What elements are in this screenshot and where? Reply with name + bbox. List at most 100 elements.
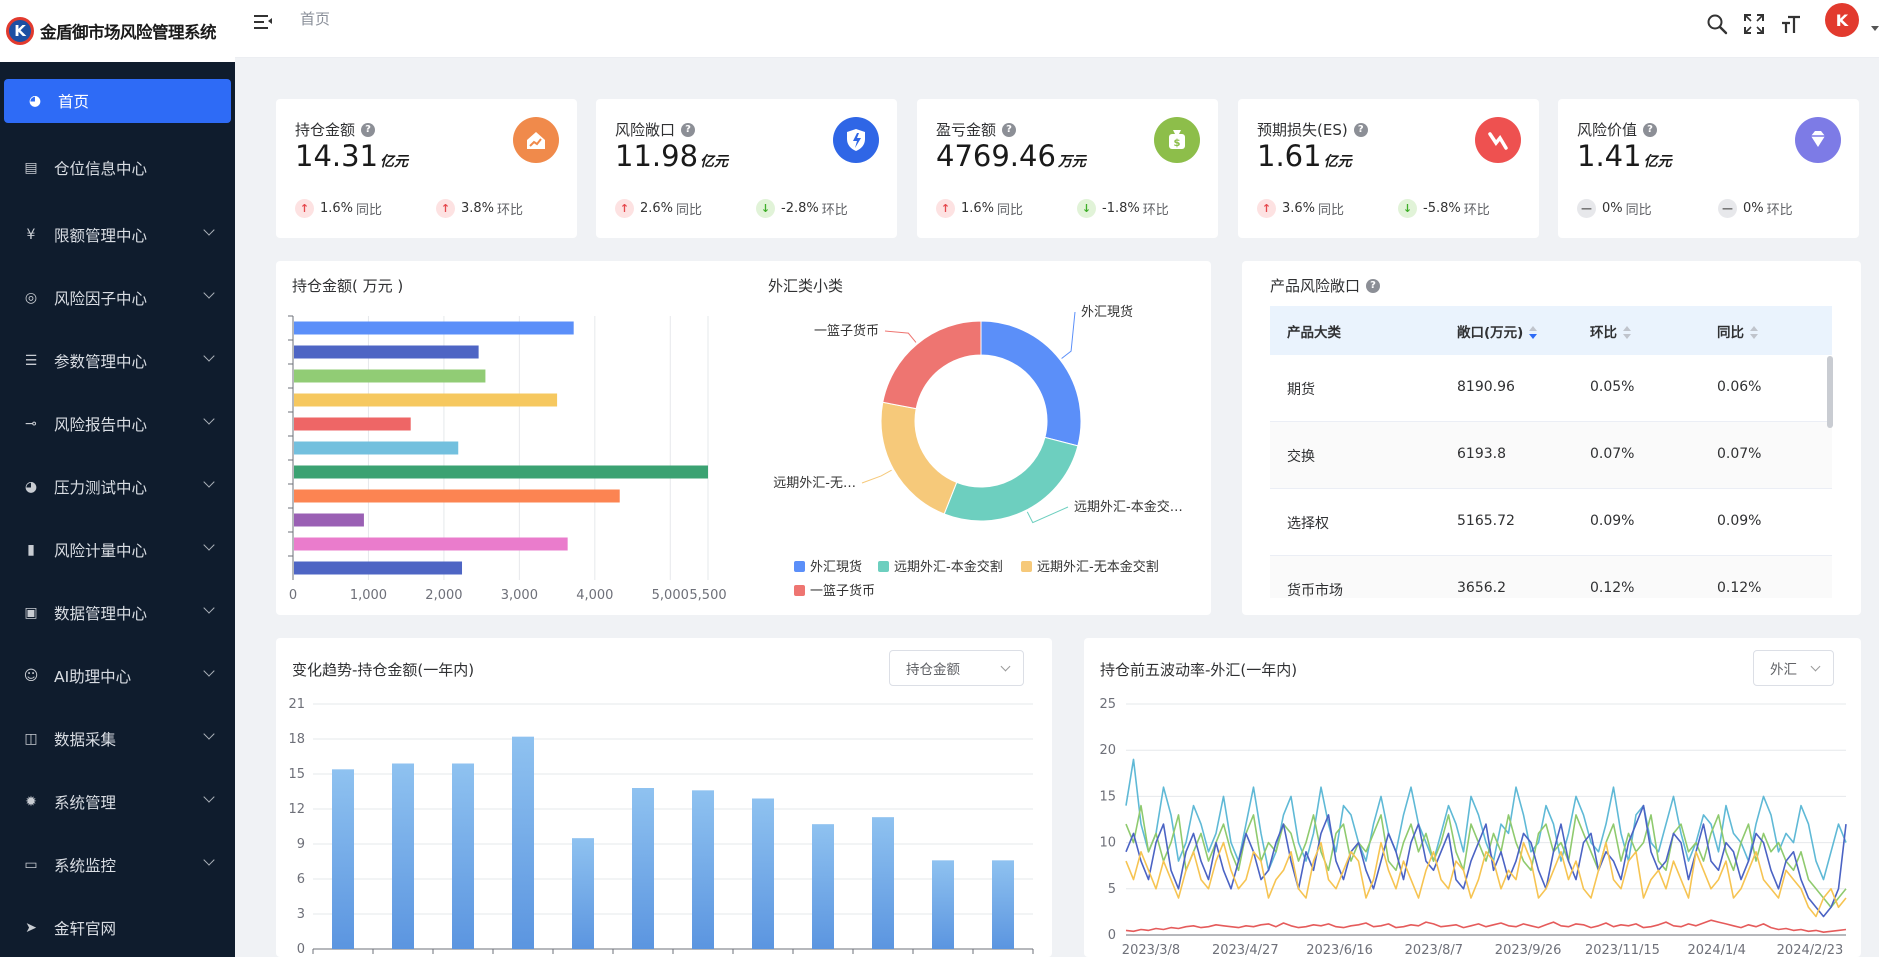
bar: [294, 561, 463, 575]
arrow-down-icon: ↓: [756, 199, 775, 218]
legend-label: 外汇現货: [810, 559, 862, 575]
menu-toggle-icon[interactable]: [254, 14, 272, 30]
breadcrumb[interactable]: 首页: [300, 8, 330, 29]
sidebar-item-12[interactable]: ▭ 系统监控: [0, 843, 235, 887]
minus-icon: —: [1577, 199, 1596, 218]
table-header-cell[interactable]: 敞口(万元): [1457, 321, 1538, 341]
kpi-card-2[interactable]: 盈亏金额? 4769.46 万元 $ ↑ 1.6% 同比 ↓ -1.8% 环比: [917, 99, 1218, 238]
chevron-down-icon: [203, 350, 215, 362]
table-cell: 0.09%: [1717, 513, 1762, 529]
sidebar-item-label: 仓位信息中心: [54, 160, 148, 178]
user-avatar[interactable]: K: [1825, 3, 1859, 37]
kpi-mom: — 0% 环比: [1718, 199, 1793, 218]
kpi-change-value: 0%: [1602, 201, 1623, 216]
table-cell: 货币市场: [1287, 583, 1343, 598]
bar: [332, 769, 354, 949]
table-cell: 0.07%: [1717, 446, 1762, 462]
bar: [392, 763, 414, 949]
y-tick-label: 18: [288, 732, 305, 747]
x-tick-label: 3,000: [501, 588, 538, 603]
sidebar-item-label: 风险报告中心: [54, 416, 148, 434]
bar: [294, 321, 574, 335]
sidebar-item-6[interactable]: ◕ 压力测试中心: [0, 465, 235, 509]
slice-label: 外汇現货: [1081, 304, 1133, 320]
y-tick-label: 5: [1108, 882, 1116, 897]
sidebar-item-1[interactable]: ▤ 仓位信息中心: [0, 146, 235, 190]
sidebar-item-8[interactable]: ▣ 数据管理中心: [0, 591, 235, 635]
bar: [692, 790, 714, 949]
app-logo[interactable]: K 金盾御市场风险管理系统: [0, 0, 235, 62]
sidebar-item-4[interactable]: ☰ 参数管理中心: [0, 339, 235, 383]
avatar-caret-icon[interactable]: [1871, 26, 1879, 31]
table-row[interactable]: 货币市场 3656.2 0.12% 0.12%: [1270, 556, 1832, 598]
sidebar-item-label: 风险因子中心: [54, 290, 148, 308]
sort-icon[interactable]: [1529, 326, 1538, 340]
kpi-mom: ↓ -5.8% 环比: [1398, 199, 1490, 218]
help-icon[interactable]: ?: [1353, 122, 1368, 137]
bar: [512, 736, 534, 949]
pie-slice: [943, 436, 1079, 522]
sidebar-item-0[interactable]: ◕ 首页: [4, 79, 231, 123]
arrow-up-icon: ↑: [615, 199, 634, 218]
arrow-down-icon: ↓: [1077, 199, 1096, 218]
help-icon[interactable]: ?: [361, 122, 376, 137]
help-icon[interactable]: ?: [1366, 278, 1381, 293]
kpi-title: 持仓金额?: [295, 119, 376, 140]
sort-icon[interactable]: [1623, 326, 1632, 340]
kpi-change-value: -2.8%: [781, 201, 819, 216]
table-cell: 5165.72: [1457, 513, 1515, 529]
fullscreen-icon[interactable]: [1743, 13, 1765, 35]
table-scrollbar[interactable]: [1827, 356, 1833, 428]
kpi-yoy: ↑ 1.6% 同比: [295, 199, 382, 218]
kpi-change-value: 3.8%: [461, 201, 495, 216]
sidebar-item-11[interactable]: ✹ 系统管理: [0, 780, 235, 824]
table-header-cell[interactable]: 环比: [1590, 321, 1632, 341]
search-icon[interactable]: [1706, 13, 1728, 35]
table-cell: 8190.96: [1457, 379, 1515, 395]
font-size-icon[interactable]: [1780, 13, 1802, 35]
bar: [812, 824, 834, 949]
kpi-card-3[interactable]: 预期损失(ES)? 1.61 亿元 ↑ 3.6% 同比 ↓ -5.8% 环比: [1238, 99, 1539, 238]
sidebar-item-label: 金轩官网: [54, 920, 117, 938]
sidebar-item-3[interactable]: ◎ 风险因子中心: [0, 276, 235, 320]
header-label: 环比: [1590, 325, 1617, 341]
help-icon[interactable]: ?: [681, 122, 696, 137]
bar: [294, 513, 364, 527]
sidebar-item-13[interactable]: ➤ 金轩官网: [0, 906, 235, 950]
table-cell: 交换: [1287, 449, 1315, 465]
sidebar-item-5[interactable]: ⊸ 风险报告中心: [0, 402, 235, 446]
sidebar-item-2[interactable]: ¥ 限额管理中心: [0, 213, 235, 257]
kpi-card-1[interactable]: 风险敞口? 11.98 亿元 ↑ 2.6% 同比 ↓ -2.8% 环比: [596, 99, 897, 238]
chevron-down-icon: [203, 224, 215, 236]
kpi-card-0[interactable]: 持仓金额? 14.31 亿元 ↑ 1.6% 同比 ↑ 3.8% 环比: [276, 99, 577, 238]
sidebar-item-9[interactable]: ☺ AI助理中心: [0, 654, 235, 698]
bar-chart-icon: ▮: [27, 542, 35, 558]
kpi-yoy: ↑ 3.6% 同比: [1257, 199, 1344, 218]
sidebar: ◕ 首页 ▤ 仓位信息中心 ¥ 限额管理中心 ◎ 风险因子中心 ☰ 参数管理中心 ⊸ 风险报告中心 ◕ 压…: [0, 62, 235, 957]
shield-icon: [833, 117, 879, 163]
table-header-cell[interactable]: 同比: [1717, 321, 1759, 341]
slice-label-line: [884, 330, 917, 343]
help-icon[interactable]: ?: [1002, 122, 1017, 137]
legend-swatch: [1021, 561, 1032, 572]
kpi-card-4[interactable]: 风险价值? 1.41 亿元 —0% 同比 —0% 环比: [1558, 99, 1859, 238]
help-icon[interactable]: ?: [1643, 122, 1658, 137]
x-tick-label: 2023/11/15: [1585, 943, 1660, 957]
table-cell: 3656.2: [1457, 580, 1506, 596]
table-row[interactable]: 期货 8190.96 0.05% 0.06%: [1270, 355, 1832, 422]
kpi-value-number: 11.98: [615, 139, 699, 173]
sidebar-item-10[interactable]: ◫ 数据采集: [0, 717, 235, 761]
table-row[interactable]: 选择权 5165.72 0.09% 0.09%: [1270, 489, 1832, 556]
sort-icon[interactable]: [1750, 326, 1759, 340]
chevron-down-icon: [203, 854, 215, 866]
monitor-icon: ▭: [24, 857, 38, 873]
x-tick-label: 2024/2/23: [1777, 943, 1844, 957]
arrow-up-icon: ↑: [936, 199, 955, 218]
table-row[interactable]: 交换 6193.8 0.07% 0.07%: [1270, 422, 1832, 489]
sidebar-item-7[interactable]: ▮ 风险计量中心: [0, 528, 235, 572]
book-icon: ◫: [24, 731, 38, 747]
kpi-change-value: 1.6%: [320, 201, 354, 216]
y-tick-label: 12: [288, 802, 305, 817]
robot-icon: ☺: [23, 668, 39, 684]
kpi-change-value: 3.6%: [1282, 201, 1316, 216]
